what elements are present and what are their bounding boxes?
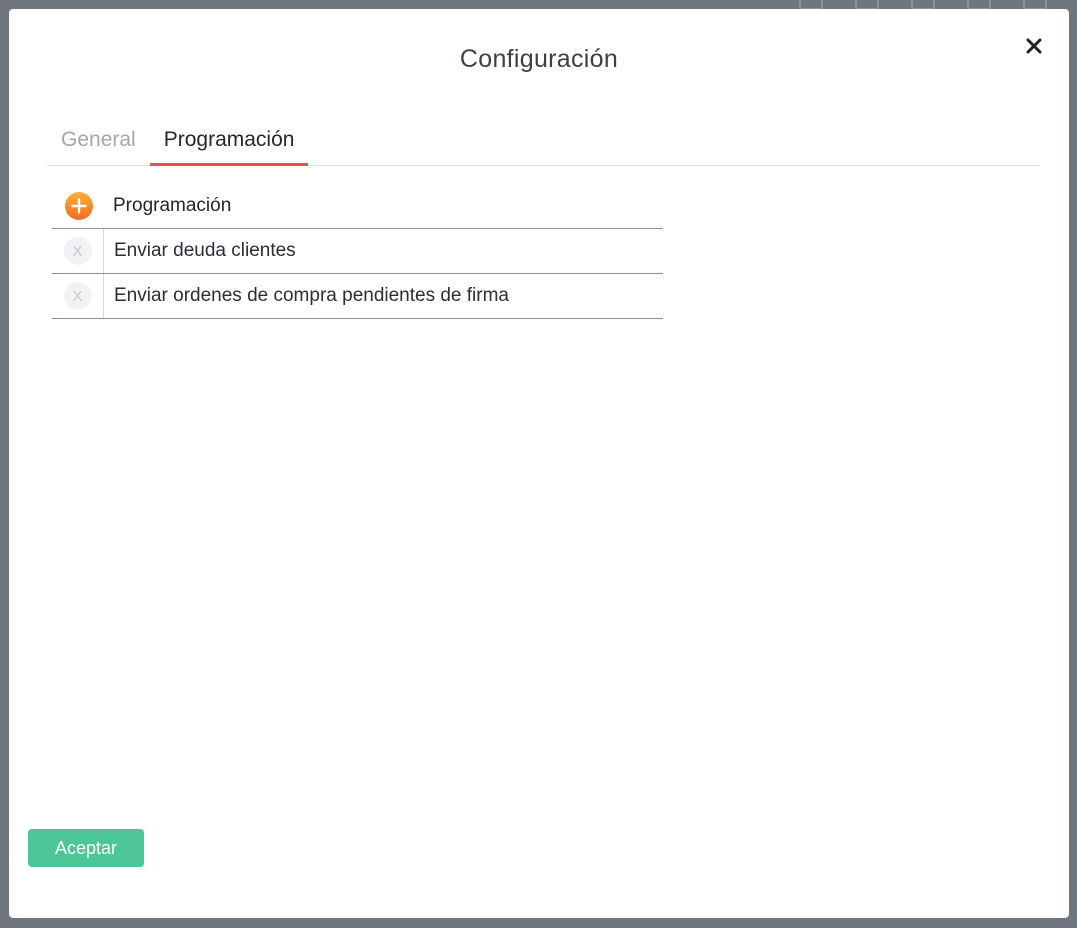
tab-general[interactable]: General — [47, 121, 150, 165]
list-item: X Enviar deuda clientes — [52, 229, 663, 274]
schedule-list-title: Programación — [113, 195, 232, 216]
close-button[interactable] — [1021, 33, 1047, 59]
configuration-modal: Configuración General Programación Progr… — [9, 9, 1069, 918]
list-item: X Enviar ordenes de compra pendientes de… — [52, 274, 663, 319]
remove-item-button[interactable]: X — [63, 282, 92, 310]
remove-item-button[interactable]: X — [63, 237, 92, 265]
modal-title: Configuración — [459, 45, 619, 73]
accept-button[interactable]: Aceptar — [28, 829, 144, 867]
schedule-list-header: Programación — [52, 184, 663, 229]
tab-programacion[interactable]: Programación — [149, 121, 309, 166]
remove-cell: X — [52, 229, 104, 273]
remove-cell: X — [52, 274, 104, 318]
list-item-label[interactable]: Enviar deuda clientes — [104, 240, 296, 262]
close-x-icon: X — [72, 287, 83, 305]
close-x-icon: X — [72, 242, 83, 260]
schedule-list: Programación X Enviar deuda clientes X E… — [52, 184, 663, 319]
tab-bar: General Programación — [47, 121, 1040, 166]
list-item-label[interactable]: Enviar ordenes de compra pendientes de f… — [104, 285, 509, 307]
plus-circle-icon — [65, 192, 93, 220]
add-schedule-button[interactable] — [64, 191, 94, 221]
close-icon — [1026, 38, 1042, 54]
